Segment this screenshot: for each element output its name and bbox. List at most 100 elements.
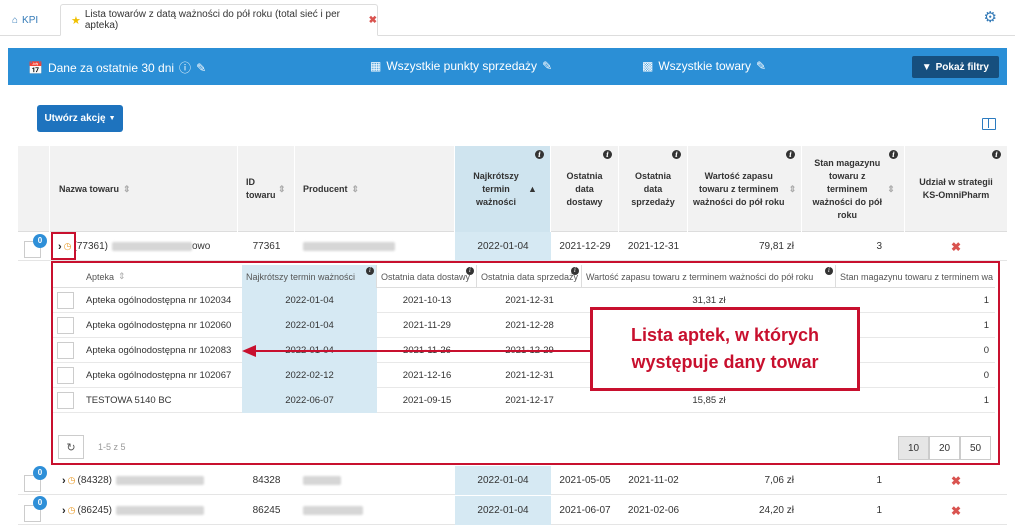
sort-icon: ⇕ [278, 183, 286, 194]
col-id[interactable]: ID towaru ⇕ [238, 146, 295, 232]
col-stock-qty[interactable]: i Stan magazynu towaru z terminem ważnoś… [802, 146, 905, 232]
col-strategy-label: Udział w strategii KS-OmniPharm [919, 177, 993, 200]
expand-highlight-box [51, 232, 76, 260]
stock-value: 79,81 zł [758, 241, 794, 252]
close-icon: ✖ [950, 473, 962, 488]
period-label: Dane za ostatnie 30 dni [47, 60, 175, 75]
tab-kpi-label: KPI [22, 14, 39, 26]
table-row[interactable]: 0 › ◷ (84328) 84328 2022-01-04 2021-05-0… [18, 466, 1007, 495]
close-tab-icon[interactable]: ✖ [369, 15, 377, 26]
table-row[interactable]: 0 › ◷ (86245) 86245 2022-01-04 2021-06-0… [18, 496, 1007, 525]
callout-line-1: Lista aptek, w których [630, 325, 820, 345]
clock-icon: ◷ [67, 475, 76, 485]
strategy-cell: ✖ [905, 496, 1007, 525]
edit-icon[interactable]: ✎ [542, 59, 552, 73]
edit-icon[interactable]: ✎ [196, 61, 206, 75]
sort-icon: ⇕ [788, 183, 797, 194]
sort-icon: ⇕ [123, 183, 131, 194]
show-filters-label: Pokaż filtry [935, 61, 989, 73]
create-action-label: Utwórz akcję [44, 113, 106, 124]
shortest-expiry: 2022-01-04 [455, 232, 551, 261]
filter-bar: 📅 Dane za ostatnie 30 dni ⓘ ✎ ▦ Wszystki… [8, 48, 1007, 85]
col-last-delivery[interactable]: i Ostatnia data dostawy [551, 146, 619, 232]
close-icon: ✖ [950, 503, 962, 518]
annotation-arrow [242, 345, 592, 357]
annotation-callout: Lista aptek, w których występuje dany to… [590, 307, 860, 391]
col-last-sale[interactable]: i Ostatnia data sprzedaży [619, 146, 688, 232]
redacted-producer [303, 242, 395, 251]
product-id: 86245 [252, 505, 281, 516]
show-filters-button[interactable]: ▼ Pokaż filtry [911, 56, 999, 78]
info-icon[interactable]: i [992, 150, 1001, 159]
settings-gears-icon[interactable]: ⚙ [984, 8, 997, 26]
shortest-expiry: 2022-01-04 [455, 466, 551, 495]
stock-qty: 3 [876, 241, 882, 252]
info-icon[interactable]: i [535, 150, 544, 159]
last-sale: 2021-12-31 [627, 241, 680, 252]
col-producer[interactable]: Producent ⇕ [295, 146, 455, 232]
col-shortest-expiry[interactable]: i Najkrótszy termin ważności ▲ [455, 146, 551, 232]
redacted-name [116, 476, 204, 485]
col-last-sale-label: Ostatnia data sprzedaży [631, 170, 675, 207]
col-shortest-label: Najkrótszy termin ważności [473, 170, 519, 207]
tab-kpi[interactable]: ⌂ KPI [12, 4, 38, 36]
columns-toggle-icon[interactable] [982, 118, 996, 130]
col-last-delivery-label: Ostatnia data dostawy [566, 170, 603, 207]
product-name-suffix: owo [192, 241, 211, 252]
sort-icon: ⇕ [887, 183, 895, 194]
clock-icon: ◷ [67, 505, 76, 515]
medkit-icon: ▩ [642, 59, 654, 73]
product-name-cell: › ◷ (84328) [62, 466, 238, 495]
home-icon: ⌂ [12, 14, 19, 26]
stock-qty: 1 [876, 505, 882, 516]
expand-chevron-icon[interactable]: › [62, 475, 66, 487]
building-icon: ▦ [370, 59, 382, 73]
filter-icon: ▼ [921, 61, 932, 73]
select-column-header [18, 146, 50, 232]
col-name-label: Nazwa towaru [59, 183, 120, 194]
info-icon[interactable]: i [603, 150, 612, 159]
tab-expiry-list[interactable]: ★ Lista towarów z datą ważności do pół r… [60, 4, 378, 36]
row-badge: 0 [33, 496, 47, 510]
col-id-label: ID towaru [246, 177, 276, 200]
info-icon[interactable]: i [889, 150, 898, 159]
info-icon[interactable]: i [786, 150, 795, 159]
expand-chevron-icon[interactable]: › [62, 505, 66, 517]
points-label: Wszystkie punkty sprzedaży [386, 59, 538, 73]
producer-cell [303, 232, 453, 261]
create-action-button[interactable]: Utwórz akcję ▼ [37, 105, 123, 132]
last-delivery: 2021-05-05 [559, 475, 611, 486]
products-label: Wszystkie towary [658, 59, 752, 73]
tab-bar: ⌂ KPI ★ Lista towarów z datą ważności do… [0, 0, 1015, 36]
calendar-icon: 📅 [28, 60, 43, 75]
col-strategy[interactable]: i Udział w strategii KS-OmniPharm [905, 146, 1007, 232]
redacted-name [116, 506, 204, 515]
main-table-header: Nazwa towaru ⇕ ID towaru ⇕ Producent ⇕ i Na… [18, 146, 1007, 232]
redacted-producer [303, 476, 341, 485]
last-delivery: 2021-12-29 [559, 241, 611, 252]
points-filter[interactable]: ▦ Wszystkie punkty sprzedaży ✎ [370, 59, 552, 73]
product-name-cell: › ◷ (86245) [62, 496, 238, 525]
caret-down-icon: ▼ [108, 115, 116, 122]
info-icon[interactable]: i [672, 150, 681, 159]
product-name-cell: › ◷ (77361) owo [58, 232, 238, 261]
products-filter[interactable]: ▩ Wszystkie towary ✎ [642, 59, 766, 73]
table-row[interactable]: 0 › ◷ (77361) owo 77361 2022-01-04 2021-… [18, 232, 1007, 261]
product-code: (77361) [73, 241, 108, 252]
row-badge: 0 [33, 466, 47, 480]
strategy-cell: ✖ [905, 232, 1007, 261]
close-icon: ✖ [950, 239, 962, 254]
product-code: (86245) [77, 505, 112, 516]
period-filter[interactable]: 📅 Dane za ostatnie 30 dni ⓘ ✎ [28, 59, 206, 76]
redacted-producer [303, 506, 363, 515]
edit-icon[interactable]: ✎ [756, 59, 766, 73]
col-producer-label: Producent [303, 183, 348, 194]
strategy-cell: ✖ [905, 466, 1007, 495]
col-name[interactable]: Nazwa towaru ⇕ [50, 146, 238, 232]
star-icon: ★ [71, 14, 81, 27]
sort-asc-icon: ▲ [528, 183, 537, 194]
row-badge: 0 [33, 234, 47, 248]
sort-icon: ⇕ [351, 183, 360, 194]
col-stock-value[interactable]: i Wartość zapasu towaru z terminem ważno… [688, 146, 802, 232]
last-delivery: 2021-06-07 [559, 505, 611, 516]
